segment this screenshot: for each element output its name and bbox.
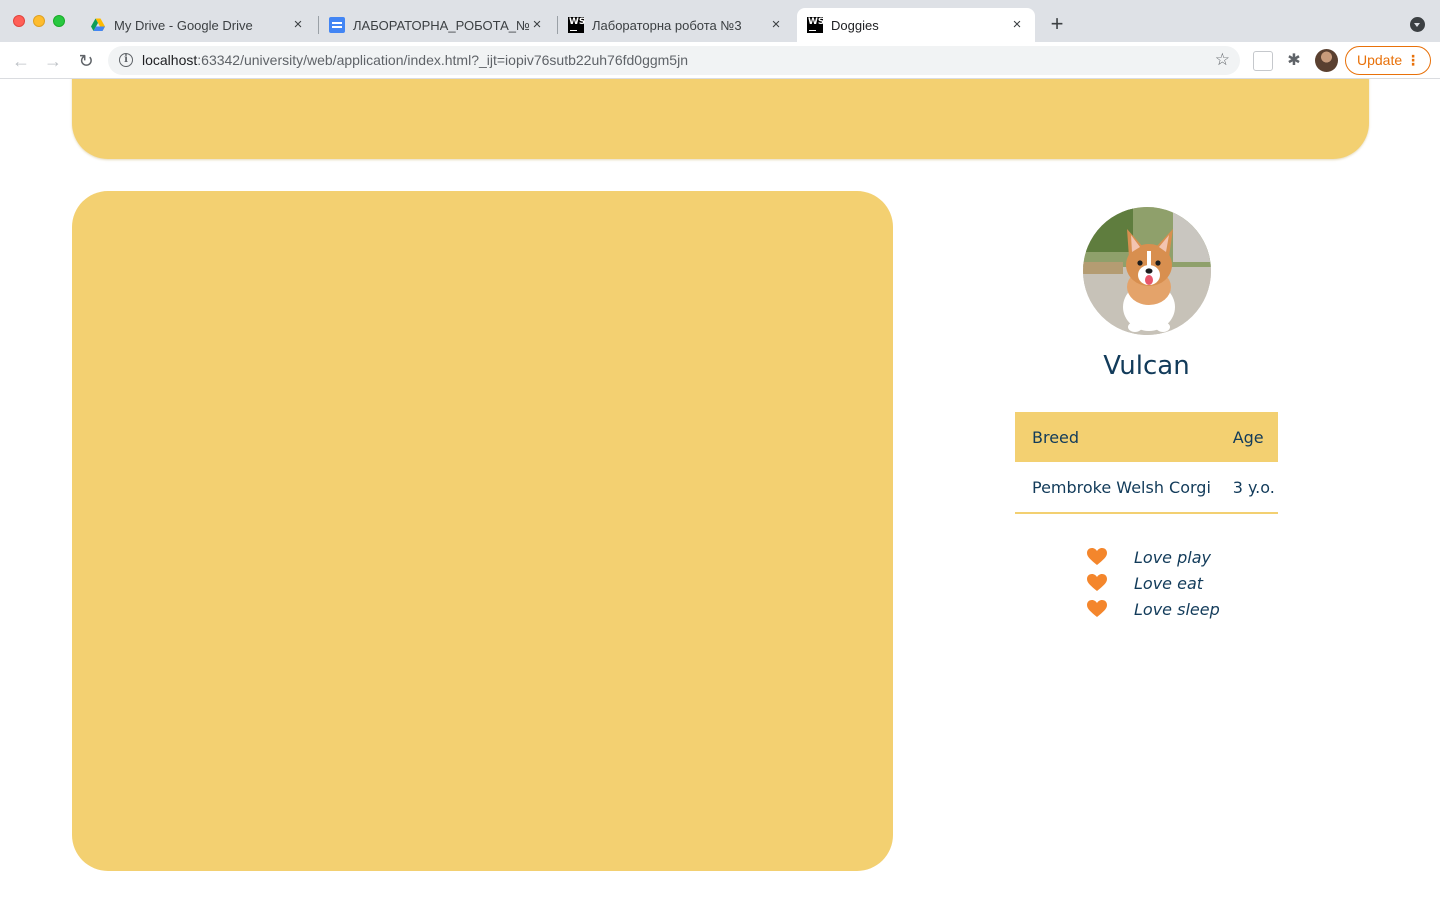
update-button[interactable]: Update ⋮ (1345, 46, 1431, 75)
back-arrow-icon[interactable]: ← (10, 50, 32, 72)
dog-photo (1083, 207, 1211, 335)
tab-title: ЛАБОРАТОРНА_РОБОТА_№3_ (353, 17, 529, 33)
webstorm-icon: WS (807, 17, 824, 33)
orange-heart-icon (1087, 548, 1134, 566)
extensions-puzzle-icon[interactable]: ✱ (1284, 51, 1304, 71)
google-drive-icon (90, 17, 106, 33)
webstorm-icon: WS (568, 17, 585, 33)
content-panel (72, 191, 893, 871)
forward-arrow-icon[interactable]: → (42, 50, 64, 72)
orange-heart-icon (1087, 600, 1134, 618)
close-tab-icon[interactable]: × (290, 17, 306, 33)
dog-name: Vulcan (1103, 351, 1190, 381)
update-label: Update (1357, 52, 1403, 68)
cell-age: 3 y.o. (1222, 462, 1278, 514)
address-bar[interactable]: i localhost:63342/university/web/applica… (108, 46, 1240, 75)
browser-toolbar: ← → ↻ i localhost:63342/university/web/a… (0, 42, 1440, 79)
close-window-button[interactable] (13, 15, 25, 27)
more-menu-icon[interactable]: ⋮ (1406, 47, 1420, 74)
url-text[interactable]: localhost:63342/university/web/applicati… (142, 52, 688, 68)
site-info-icon[interactable]: i (119, 53, 133, 67)
maximize-window-button[interactable] (53, 15, 65, 27)
header-breed: Breed (1015, 412, 1223, 462)
close-tab-icon[interactable]: × (529, 17, 545, 33)
tab-lab-webstorm[interactable]: WS Лабораторна робота №3 × (558, 8, 794, 42)
profile-avatar[interactable] (1315, 49, 1338, 72)
tab-title: Лабораторна робота №3 (592, 17, 742, 33)
tab-doggies[interactable]: WS Doggies × (797, 8, 1035, 42)
tab-google-drive[interactable]: My Drive - Google Drive × (80, 8, 316, 42)
reload-icon[interactable]: ↻ (75, 50, 97, 72)
google-docs-icon (329, 17, 345, 33)
list-item: Love play (1087, 544, 1220, 570)
list-item: Love sleep (1087, 596, 1220, 622)
url-host: localhost (142, 52, 198, 68)
list-item: Love eat (1087, 570, 1220, 596)
tab-strip: My Drive - Google Drive × ЛАБОРАТОРНА_РО… (0, 0, 1440, 42)
header-banner (72, 79, 1369, 159)
table-row: Pembroke Welsh Corgi 3 y.o. (1015, 462, 1278, 514)
tab-title: My Drive - Google Drive (114, 17, 253, 33)
tab-google-docs[interactable]: ЛАБОРАТОРНА_РОБОТА_№3_ × (319, 8, 555, 42)
table-header-row: Breed Age (1015, 412, 1278, 462)
tab-title: Doggies (831, 17, 879, 33)
love-text: Love sleep (1134, 599, 1220, 619)
love-text: Love play (1134, 547, 1211, 567)
love-text: Love eat (1134, 573, 1204, 593)
minimize-window-button[interactable] (33, 15, 45, 27)
cell-breed: Pembroke Welsh Corgi (1015, 462, 1223, 514)
new-tab-button[interactable]: + (1046, 13, 1068, 35)
url-path: :63342/university/web/application/index.… (197, 52, 688, 68)
screenshot-extension-icon[interactable] (1253, 51, 1273, 71)
close-tab-icon[interactable]: × (768, 17, 784, 33)
page-viewport: Vulcan Breed Age Pembroke Welsh Corgi 3 … (0, 79, 1440, 900)
close-tab-icon[interactable]: × (1009, 17, 1025, 33)
bookmark-star-icon[interactable]: ☆ (1215, 50, 1230, 70)
orange-heart-icon (1087, 574, 1134, 592)
header-age: Age (1222, 412, 1278, 462)
loves-list: Love play Love eat Love sleep (1087, 544, 1220, 622)
dog-info-table: Breed Age Pembroke Welsh Corgi 3 y.o. (1015, 412, 1278, 514)
tab-search-icon[interactable] (1410, 17, 1425, 32)
